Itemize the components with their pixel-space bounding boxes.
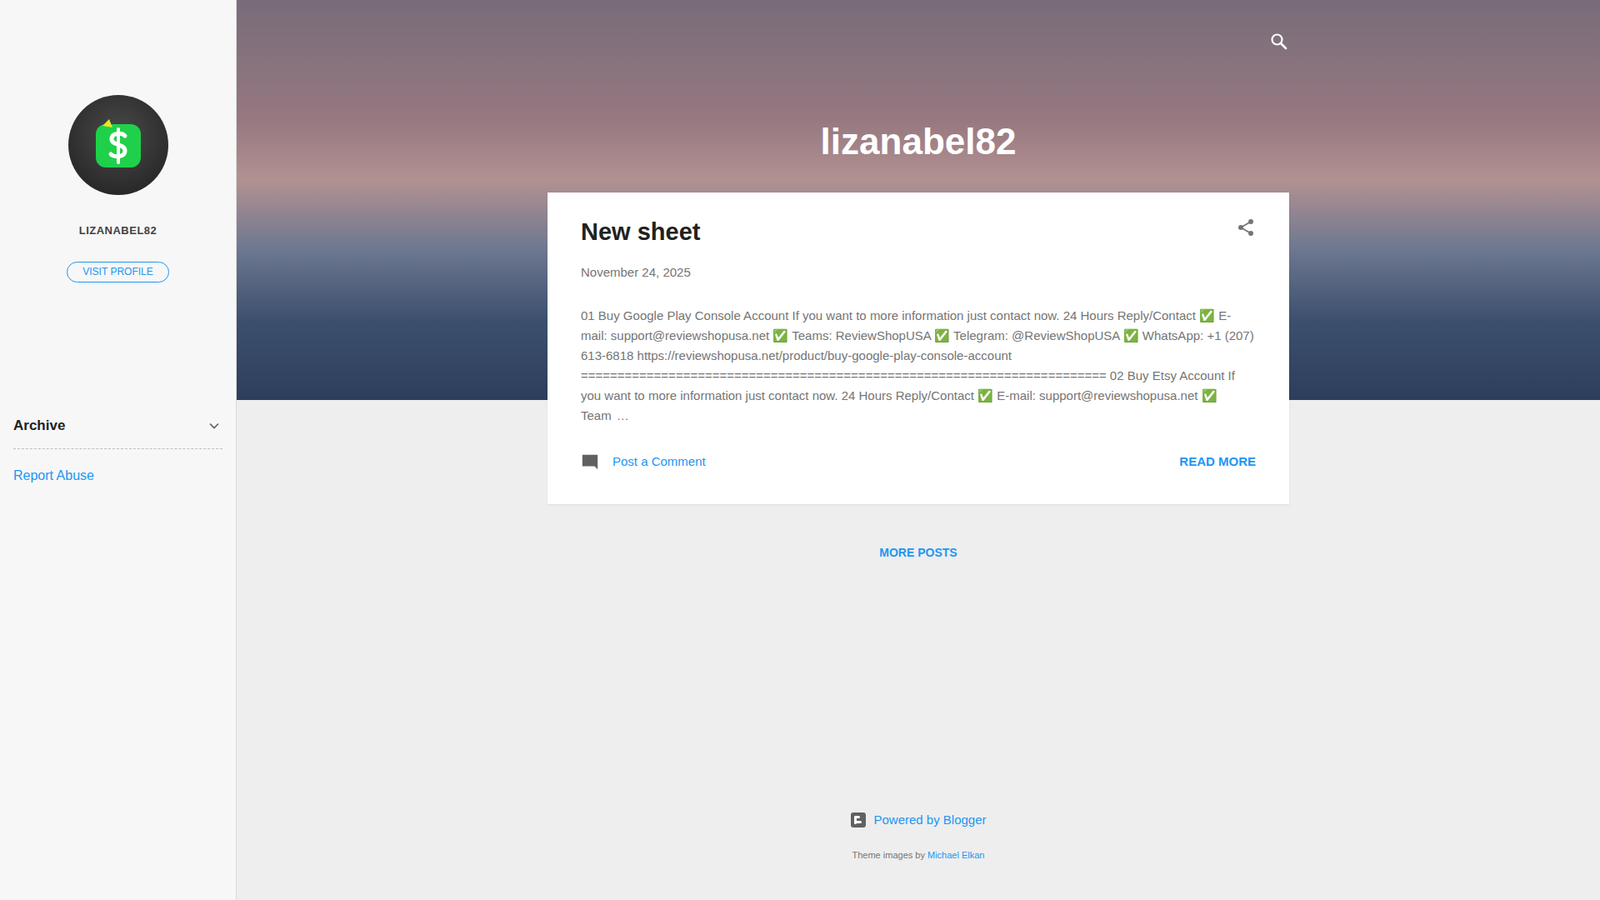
main-area: lizanabel82 New sheet November 24, 2025 01 … [236,0,1600,900]
powered-by-link[interactable]: Powered by Blogger [850,810,986,830]
comment-label: Post a Comment [612,452,706,472]
post-title[interactable]: New sheet [580,217,700,247]
comment-icon [580,452,600,471]
theme-credit: Theme images by Michael Elkan [852,848,985,863]
sidebar: LIZANABEL82 VISIT PROFILE Archive Report Ab… [0,0,237,900]
visit-profile-button[interactable]: VISIT PROFILE [66,261,169,284]
more-posts-link[interactable]: MORE POSTS [879,544,957,562]
footer: Powered by Blogger Theme images by Michae… [850,810,986,900]
read-more-link[interactable]: READ MORE [1179,452,1256,472]
theme-prefix: Theme images by [852,850,925,860]
report-abuse-link[interactable]: Report Abuse [13,465,95,486]
powered-label: Powered by Blogger [873,810,986,830]
search-row [547,0,1290,74]
post-snippet: 01 Buy Google Play Console Account If yo… [580,305,1256,426]
archive-widget: Archive Report Abuse [0,400,236,486]
blog-title[interactable]: lizanabel82 [820,121,1017,162]
post-header: New sheet [580,217,1256,247]
post-actions: Post a Comment READ MORE [580,452,1256,472]
snippet-text: 01 Buy Google Play Console Account If yo… [580,308,1255,423]
archive-label: Archive [13,415,65,437]
search-icon[interactable] [1269,31,1290,74]
post-comment-link[interactable]: Post a Comment [580,452,706,472]
profile-name: LIZANABEL82 [79,222,158,240]
cash-app-icon [89,115,148,175]
snippet-ellipsis[interactable]: … [616,408,630,423]
share-icon[interactable] [1235,217,1256,238]
chevron-icon[interactable] [205,417,223,435]
blogger-icon [850,811,867,829]
profile-panel: LIZANABEL82 VISIT PROFILE [0,0,236,400]
post-card: New sheet November 24, 2025 01 Buy Google … [547,192,1290,505]
profile-avatar[interactable] [68,95,169,195]
archive-header[interactable]: Archive [13,415,223,450]
post-date: November 24, 2025 [580,263,1256,283]
theme-author-link[interactable]: Michael Elkan [927,850,985,860]
